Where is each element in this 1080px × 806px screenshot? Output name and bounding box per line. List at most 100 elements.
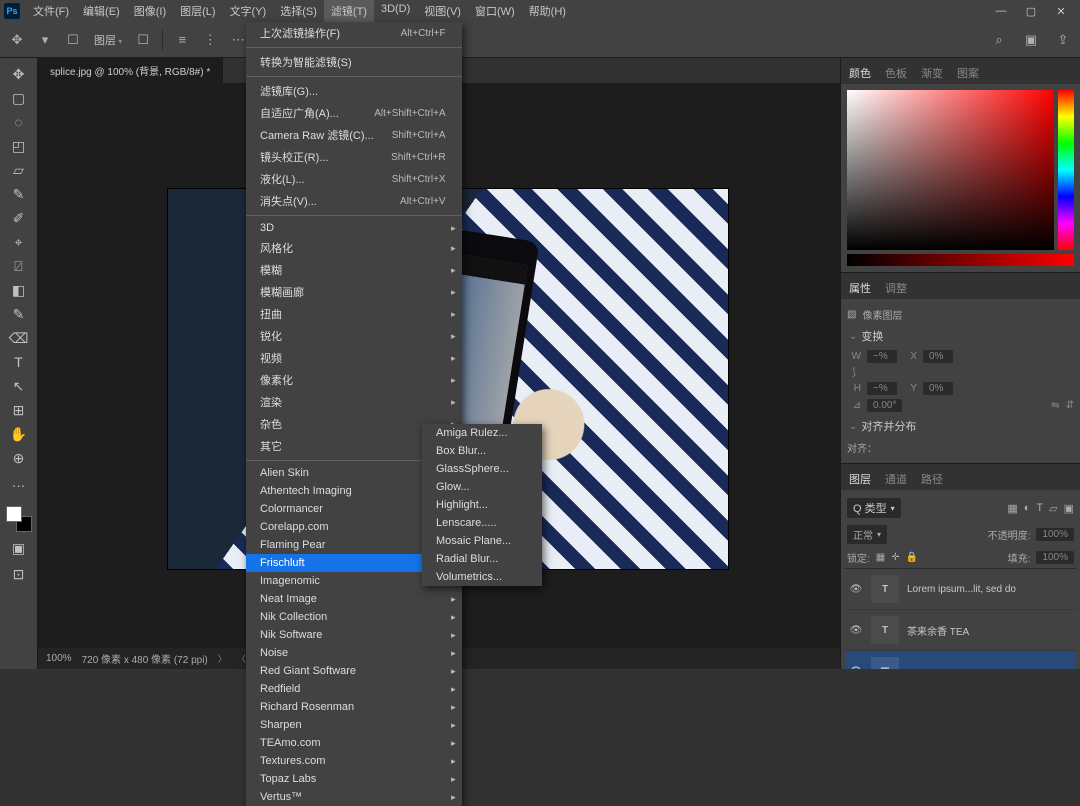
menuitem-渲染[interactable]: 渲染 <box>246 391 462 413</box>
menu-帮助(H)[interactable]: 帮助(H) <box>522 0 573 22</box>
menuitem-Textures.com[interactable]: Textures.com <box>246 752 462 770</box>
menuitem-滤镜库(G)...[interactable]: 滤镜库(G)... <box>246 80 462 102</box>
maximize-button[interactable]: ▢ <box>1016 0 1046 22</box>
menuitem-转换为智能滤镜(S)[interactable]: 转换为智能滤镜(S) <box>246 51 462 73</box>
x-value[interactable]: 0% <box>923 350 953 363</box>
tool-17[interactable]: … <box>5 470 33 494</box>
hue-slider[interactable] <box>1058 90 1074 250</box>
menu-窗口(W)[interactable]: 窗口(W) <box>468 0 522 22</box>
layer-filter[interactable]: Q 类型 ▾ <box>847 498 901 518</box>
menuitem-消失点(V)...[interactable]: 消失点(V)...Alt+Ctrl+V <box>246 190 462 212</box>
lock-position-icon[interactable]: ✛ <box>891 552 899 563</box>
flip-h-icon[interactable]: ⇋ <box>1051 400 1059 411</box>
width-value[interactable]: ~% <box>867 350 897 363</box>
transform-section[interactable]: 变换 <box>847 324 1074 348</box>
menuitem-Sharpen[interactable]: Sharpen <box>246 716 462 734</box>
menuitem-锐化[interactable]: 锐化 <box>246 325 462 347</box>
tool-1[interactable]: ▢ <box>5 86 33 110</box>
tab-paths[interactable]: 路径 <box>919 468 945 490</box>
tool-8[interactable]: ⍁ <box>5 254 33 278</box>
menuitem-Neat Image[interactable]: Neat Image <box>246 590 462 608</box>
menuitem-模糊画廊[interactable]: 模糊画廊 <box>246 281 462 303</box>
submenu-Volumetrics...[interactable]: Volumetrics... <box>422 568 542 586</box>
angle-value[interactable]: 0.00° <box>867 399 902 412</box>
menuitem-模糊[interactable]: 模糊 <box>246 259 462 281</box>
opacity-value[interactable]: 100% <box>1036 528 1074 541</box>
menuitem-TEAmo.com[interactable]: TEAmo.com <box>246 734 462 752</box>
submenu-GlassSphere...[interactable]: GlassSphere... <box>422 460 542 478</box>
tab-properties[interactable]: 属性 <box>847 277 873 299</box>
menuitem-Noise[interactable]: Noise <box>246 644 462 662</box>
color-field[interactable] <box>847 90 1054 250</box>
arrange-documents-icon[interactable]: ▣ <box>1022 31 1040 49</box>
tool-7[interactable]: ⌖ <box>5 230 33 254</box>
lock-pixels-icon[interactable]: ▦ <box>876 552 885 563</box>
tool-13[interactable]: ↖ <box>5 374 33 398</box>
tool-6[interactable]: ✐ <box>5 206 33 230</box>
menuitem-镜头校正(R)...[interactable]: 镜头校正(R)...Shift+Ctrl+R <box>246 146 462 168</box>
share-icon[interactable]: ⇪ <box>1054 31 1072 49</box>
quick-mask-icon[interactable]: ▣ <box>5 536 33 560</box>
submenu-Box Blur...[interactable]: Box Blur... <box>422 442 542 460</box>
tab-swatches[interactable]: 色板 <box>883 62 909 84</box>
status-arrow-left-icon[interactable]: 〈 <box>237 652 246 665</box>
tool-11[interactable]: ⌫ <box>5 326 33 350</box>
fill-value[interactable]: 100% <box>1036 551 1074 564</box>
submenu-Lenscare.....[interactable]: Lenscare..... <box>422 514 542 532</box>
flip-v-icon[interactable]: ⇵ <box>1066 400 1074 411</box>
screen-mode-icon[interactable]: ⊡ <box>5 562 33 586</box>
tool-14[interactable]: ⊞ <box>5 398 33 422</box>
minimize-button[interactable]: — <box>986 0 1016 22</box>
submenu-Amiga Rulez...[interactable]: Amiga Rulez... <box>422 424 542 442</box>
tab-patterns[interactable]: 图案 <box>955 62 981 84</box>
color-strip[interactable] <box>847 254 1074 266</box>
menuitem-Camera Raw 滤镜(C)...[interactable]: Camera Raw 滤镜(C)...Shift+Ctrl+A <box>246 124 462 146</box>
submenu-Radial Blur...[interactable]: Radial Blur... <box>422 550 542 568</box>
menuitem-Red Giant Software[interactable]: Red Giant Software <box>246 662 462 680</box>
tool-12[interactable]: T <box>5 350 33 374</box>
close-button[interactable]: ✕ <box>1046 0 1076 22</box>
blend-mode[interactable]: 正常▾ <box>847 525 887 544</box>
menuitem-Redfield[interactable]: Redfield <box>246 680 462 698</box>
menuitem-Topaz Labs[interactable]: Topaz Labs <box>246 770 462 788</box>
filter-type-icon[interactable]: T <box>1036 502 1043 515</box>
tab-layers[interactable]: 图层 <box>847 468 873 490</box>
menuitem-上次滤镜操作(F)[interactable]: 上次滤镜操作(F)Alt+Ctrl+F <box>246 22 462 44</box>
menu-视图(V)[interactable]: 视图(V) <box>417 0 468 22</box>
menu-文件(F)[interactable]: 文件(F) <box>26 0 76 22</box>
visibility-icon[interactable]: 👁 <box>849 625 863 636</box>
layer-item[interactable]: 👁TLorem ipsum...lit, sed do <box>845 569 1076 610</box>
search-icon[interactable]: ⌕ <box>990 31 1008 49</box>
visibility-icon[interactable]: 👁 <box>849 584 863 595</box>
tool-9[interactable]: ◧ <box>5 278 33 302</box>
filter-smart-icon[interactable]: ▣ <box>1064 502 1074 515</box>
submenu-Mosaic Plane...[interactable]: Mosaic Plane... <box>422 532 542 550</box>
menuitem-Richard Rosenman[interactable]: Richard Rosenman <box>246 698 462 716</box>
y-value[interactable]: 0% <box>923 382 953 395</box>
layer-item[interactable]: 👁▦ <box>845 651 1076 669</box>
tool-0[interactable]: ✥ <box>5 62 33 86</box>
align-left-icon[interactable]: ≡ <box>173 31 191 49</box>
filter-shape-icon[interactable]: ▱ <box>1049 502 1057 515</box>
tab-gradients[interactable]: 渐变 <box>919 62 945 84</box>
tool-3[interactable]: ◰ <box>5 134 33 158</box>
submenu-Glow...[interactable]: Glow... <box>422 478 542 496</box>
menuitem-Nik Collection[interactable]: Nik Collection <box>246 608 462 626</box>
auto-select-checkbox[interactable]: ☐ <box>64 31 82 49</box>
auto-select-label[interactable]: 图层 <box>92 32 124 48</box>
tab-channels[interactable]: 通道 <box>883 468 909 490</box>
menuitem-扭曲[interactable]: 扭曲 <box>246 303 462 325</box>
link-wh-icon[interactable]: ⟆ <box>847 367 861 378</box>
menu-图层(L)[interactable]: 图层(L) <box>173 0 222 22</box>
menuitem-Nik Software[interactable]: Nik Software <box>246 626 462 644</box>
menu-选择(S)[interactable]: 选择(S) <box>273 0 324 22</box>
lock-all-icon[interactable]: 🔒 <box>906 552 918 563</box>
menu-文字(Y)[interactable]: 文字(Y) <box>223 0 274 22</box>
filter-pixel-icon[interactable]: ▦ <box>1007 502 1017 515</box>
submenu-Highlight...[interactable]: Highlight... <box>422 496 542 514</box>
tab-adjustments[interactable]: 调整 <box>883 277 909 299</box>
transform-controls-checkbox[interactable]: ☐ <box>134 31 152 49</box>
zoom-level[interactable]: 100% <box>46 653 72 664</box>
menu-图像(I)[interactable]: 图像(I) <box>127 0 173 22</box>
foreground-color-swatch[interactable] <box>6 506 22 522</box>
